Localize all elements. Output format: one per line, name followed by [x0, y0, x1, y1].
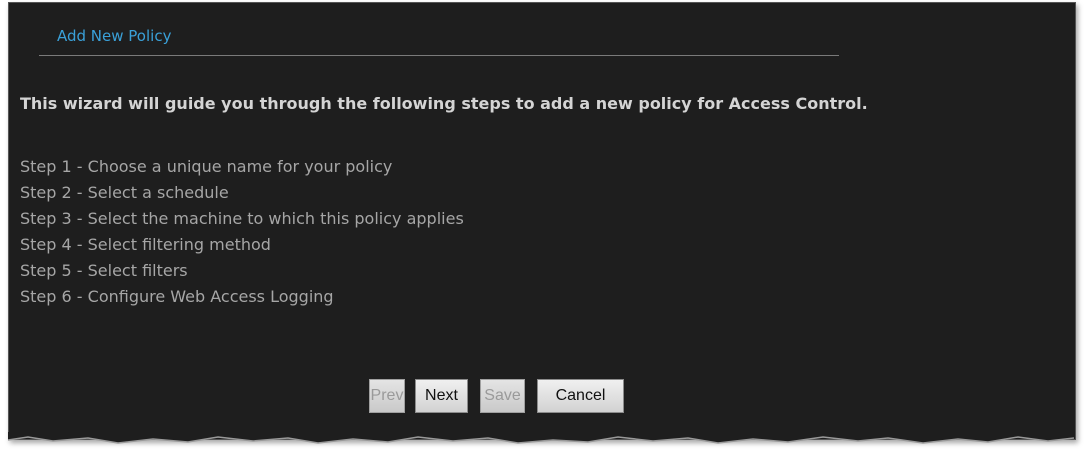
wizard-step-1: Step 1 - Choose a unique name for your p…	[20, 157, 393, 176]
save-button[interactable]: Save	[480, 379, 525, 413]
page-title: Add New Policy	[57, 27, 172, 45]
cancel-button[interactable]: Cancel	[537, 379, 624, 413]
torn-edge-decoration	[8, 432, 1074, 444]
section-header: Add New Policy	[39, 25, 839, 56]
prev-button[interactable]: Prev	[369, 379, 405, 413]
wizard-step-6: Step 6 - Configure Web Access Logging	[20, 287, 334, 306]
next-button[interactable]: Next	[415, 379, 468, 413]
wizard-step-4: Step 4 - Select filtering method	[20, 235, 271, 254]
wizard-steps-list: Step 1 - Choose a unique name for your p…	[20, 154, 464, 310]
wizard-panel: Add New Policy This wizard will guide yo…	[8, 2, 1076, 440]
wizard-step-2: Step 2 - Select a schedule	[20, 183, 229, 202]
wizard-step-5: Step 5 - Select filters	[20, 261, 188, 280]
wizard-intro-text: This wizard will guide you through the f…	[20, 94, 868, 113]
wizard-step-3: Step 3 - Select the machine to which thi…	[20, 209, 464, 228]
wizard-button-bar: Prev Next Save Cancel	[369, 379, 624, 413]
